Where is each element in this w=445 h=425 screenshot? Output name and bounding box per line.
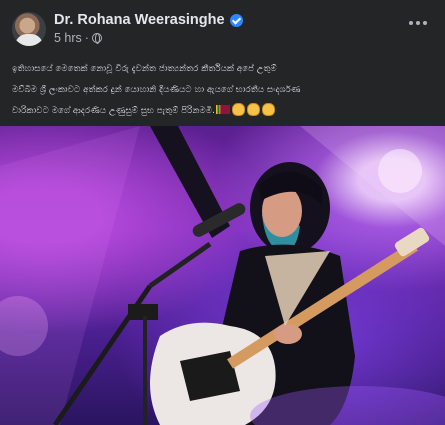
caption-line-last: වාරිකාවට මගේ ආදරණිය උණුසුම් සුභ පැතුම් ප…	[12, 101, 437, 122]
verified-badge-icon	[229, 13, 243, 27]
sri-lanka-flag-emoji	[215, 105, 230, 114]
clapping-hands-emoji	[261, 103, 275, 116]
clapping-hands-emoji	[231, 103, 245, 116]
more-options-icon[interactable]	[401, 12, 435, 34]
caption-line: ඉතිහාසයේ මෙතෙක් නොවූ විරු දැවන්ත ජාත්‍යන…	[12, 64, 277, 74]
facebook-post: Dr. Rohana Weerasinghe 5 hrs · ඉතිහාසයේ …	[0, 0, 445, 425]
meta-separator: ·	[84, 31, 89, 45]
globe-icon[interactable]	[91, 33, 102, 44]
post-header: Dr. Rohana Weerasinghe 5 hrs ·	[0, 0, 445, 50]
post-photo[interactable]	[0, 126, 445, 425]
caption-line-text: වාරිකාවට මගේ ආදරණිය උණුසුම් සුභ පැතුම් ප…	[12, 106, 215, 116]
author-name-row: Dr. Rohana Weerasinghe	[54, 11, 243, 29]
clapping-hands-emoji	[246, 103, 260, 116]
post-timestamp[interactable]: 5 hrs	[54, 31, 82, 45]
performer-illustration	[0, 126, 445, 425]
caption-line: මව්බිම ශ්‍රී ලංකාවට අත්කර දුන් යොහානි දි…	[12, 85, 301, 95]
author-name[interactable]: Dr. Rohana Weerasinghe	[54, 12, 225, 28]
post-caption: ඉතිහාසයේ මෙතෙක් නොවූ විරු දැවන්ත ජාත්‍යන…	[12, 59, 437, 122]
post-meta: 5 hrs ·	[54, 31, 102, 45]
author-avatar[interactable]	[12, 12, 46, 46]
